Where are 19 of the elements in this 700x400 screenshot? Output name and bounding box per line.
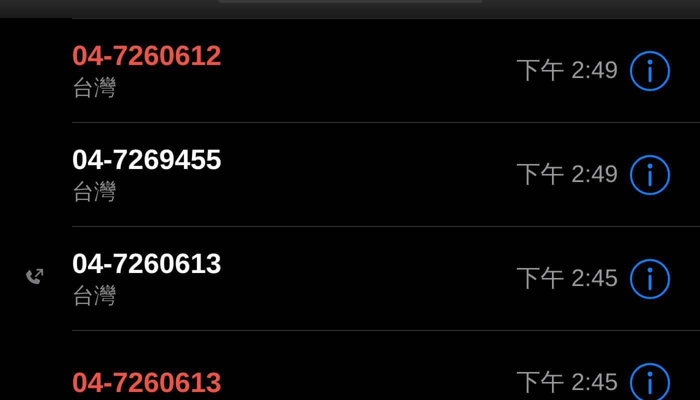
call-time: 下午 2:45 (516, 264, 618, 292)
info-icon (645, 266, 655, 290)
location-label: 台灣 (72, 74, 117, 102)
phone-number: 04-7269455 (72, 142, 222, 176)
info-button[interactable] (630, 258, 670, 298)
phone-number: 04-7260613 (72, 246, 222, 280)
call-time: 下午 2:49 (516, 56, 618, 84)
info-button[interactable] (630, 362, 670, 400)
call-time: 下午 2:45 (516, 368, 618, 396)
call-time: 下午 2:49 (516, 160, 618, 188)
info-button[interactable] (630, 50, 670, 90)
phone-number: 04-7260612 (72, 38, 222, 72)
info-icon (645, 370, 655, 394)
info-button[interactable] (630, 154, 670, 194)
info-icon (645, 58, 655, 82)
location-label: 台灣 (72, 282, 117, 310)
info-icon (645, 162, 655, 186)
phone-number: 04-7260613 (72, 366, 222, 400)
location-label: 台灣 (72, 178, 117, 206)
